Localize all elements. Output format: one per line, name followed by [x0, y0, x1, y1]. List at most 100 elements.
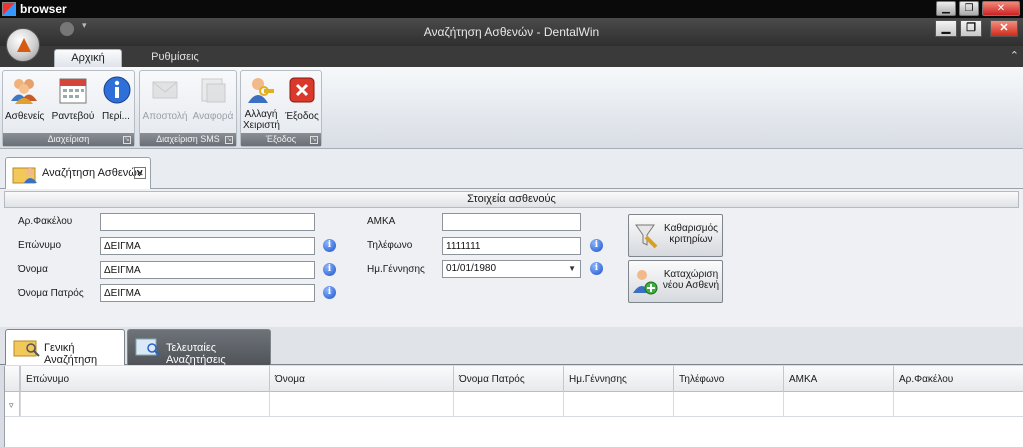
father-name-info-icon[interactable]: i [323, 286, 336, 299]
dialog-launcher-icon[interactable]: ↘ [123, 136, 131, 144]
patient-folder-icon [12, 167, 37, 184]
eraser-broom-icon [635, 224, 658, 249]
folder-number-input[interactable] [100, 213, 315, 231]
new-patient-button[interactable]: Καταχώριση νέου Ασθενή [628, 260, 723, 303]
name-info-icon[interactable]: i [323, 263, 336, 276]
document-tab-label: Αναζήτηση Ασθενών [42, 167, 143, 179]
sms-send-button-label: Αποστολή [142, 111, 188, 122]
folder-number-label: Αρ.Φακέλου [18, 216, 73, 227]
sms-report-button-label: Αναφορά [192, 111, 234, 122]
search-tabs: Γενική Αναζήτηση Τελευταίες Αναζητήσεις [0, 327, 1023, 366]
change-user-icon [248, 78, 274, 103]
filter-cell-folder-no[interactable] [893, 392, 1023, 417]
ribbon-group-sms: Αποστολή Αναφορά Διαχείριση SMS ↘ [139, 70, 237, 147]
new-patient-label-line1: Καταχώριση [663, 269, 719, 280]
grid-col-amka[interactable]: ΑΜΚΑ [783, 366, 893, 392]
exit-icon [289, 77, 315, 103]
change-user-button[interactable]: Αλλαγή Χειριστή [243, 75, 280, 133]
surname-label: Επώνυμο [18, 240, 62, 251]
tab-recent-searches[interactable]: Τελευταίες Αναζητήσεις [127, 329, 271, 366]
clear-criteria-label-line1: Καθαρισμός [664, 223, 718, 234]
new-patient-label-line2: νέου Ασθενή [662, 280, 720, 291]
grid-filter-row: ▿ [5, 392, 1023, 417]
grid-header-row: Επώνυμο Όνομα Όνομα Πατρός Ημ.Γέννησης Τ… [5, 366, 1023, 392]
ribbon-group-management: Ασθενείς Ραντεβού Περί... Διαχείριση ↘ [2, 70, 135, 147]
app-restore-button[interactable]: ❐ [960, 20, 982, 37]
group-label-text: Έξοδος [265, 134, 297, 144]
host-restore-button[interactable]: ❐ [959, 1, 979, 16]
grid-col-father-name[interactable]: Όνομα Πατρός [453, 366, 563, 392]
appointments-button[interactable]: Ραντεβού [51, 75, 95, 133]
document-tab-close-icon[interactable]: ✕ [134, 167, 146, 179]
about-button[interactable]: Περί... [99, 75, 133, 133]
birth-date-info-icon[interactable]: i [590, 262, 603, 275]
calendar-icon [59, 78, 87, 104]
ribbon-group-exit-label: Έξοδος ↘ [241, 133, 321, 146]
dialog-launcher-icon[interactable]: ↘ [225, 136, 233, 144]
document-tab-strip: Αναζήτηση Ασθενών ✕ [0, 149, 1023, 189]
change-user-button-label: Αλλαγή Χειριστή [243, 109, 280, 131]
tab-recent-searches-label: Τελευταίες Αναζητήσεις [166, 342, 226, 366]
tab-home[interactable]: Αρχική [54, 49, 122, 67]
exit-button[interactable]: Έξοδος [283, 75, 321, 133]
appointments-button-label: Ραντεβού [51, 111, 95, 122]
patients-button[interactable]: Ασθενείς [5, 75, 44, 133]
app-menu-orb[interactable] [6, 28, 40, 62]
dentalwin-logo-icon [17, 38, 31, 52]
grid-col-name[interactable]: Όνομα [269, 366, 453, 392]
chevron-down-icon[interactable]: ▼ [568, 264, 576, 273]
father-name-input[interactable] [100, 284, 315, 302]
name-label: Όνομα [18, 264, 48, 275]
exit-button-label: Έξοδος [285, 111, 319, 122]
filter-cell-birth-date[interactable] [563, 392, 673, 417]
results-grid: Επώνυμο Όνομα Όνομα Πατρός Ημ.Γέννησης Τ… [4, 366, 1023, 447]
host-title: browser [20, 2, 67, 16]
host-close-button[interactable]: ✕ [982, 1, 1020, 16]
filter-cell-amka[interactable] [783, 392, 893, 417]
name-input[interactable] [100, 261, 315, 279]
father-name-label: Όνομα Πατρός [18, 288, 84, 299]
ribbon-tab-row: Αρχική Ρυθμίσεις ⌃ [0, 46, 1023, 67]
grid-row-selector[interactable]: ▿ [5, 392, 20, 416]
filter-icon[interactable]: ▿ [9, 400, 14, 411]
sms-send-button[interactable]: Αποστολή [142, 75, 188, 133]
filter-cell-father-name[interactable] [453, 392, 563, 417]
new-patient-button-label: Καταχώριση νέου Ασθενή [661, 269, 721, 291]
clear-criteria-button-label: Καθαρισμός κριτηρίων [661, 223, 721, 245]
change-user-label-line1: Αλλαγή [244, 109, 278, 120]
phone-label: Τηλέφωνο [367, 240, 413, 251]
surname-info-icon[interactable]: i [323, 239, 336, 252]
grid-row-selector-header[interactable] [5, 366, 20, 391]
app-minimize-button[interactable]: ▁ [935, 20, 957, 37]
recent-search-icon [135, 338, 161, 357]
app-title: Αναζήτηση Ασθενών - DentalWin [423, 25, 600, 39]
document-tab-patient-search[interactable]: Αναζήτηση Ασθενών ✕ [5, 157, 151, 189]
app-close-button[interactable]: ✕ [990, 20, 1018, 37]
birth-date-picker[interactable]: 01/01/1980 ▼ [442, 260, 581, 278]
tab-settings[interactable]: Ρυθμίσεις [130, 49, 220, 67]
amka-input[interactable] [442, 213, 581, 231]
host-app-icon [2, 2, 16, 16]
grid-col-surname[interactable]: Επώνυμο [20, 366, 269, 392]
filter-cell-surname[interactable] [20, 392, 269, 417]
grid-col-birth-date[interactable]: Ημ.Γέννησης [563, 366, 673, 392]
phone-info-icon[interactable]: i [590, 239, 603, 252]
birth-date-value: 01/01/1980 [446, 263, 497, 274]
grid-col-phone[interactable]: Τηλέφωνο [673, 366, 783, 392]
clear-criteria-button[interactable]: Καθαρισμός κριτηρίων [628, 214, 723, 257]
filter-cell-phone[interactable] [673, 392, 783, 417]
birth-date-label: Ημ.Γέννησης [367, 264, 425, 275]
host-minimize-button[interactable]: ▁ [936, 1, 956, 16]
filter-cell-name[interactable] [269, 392, 453, 417]
ribbon-group-sms-label: Διαχείριση SMS ↘ [140, 133, 236, 146]
group-label-text: Διαχείριση [47, 134, 90, 144]
sms-report-icon [201, 78, 226, 103]
surname-input[interactable] [100, 237, 315, 255]
phone-input[interactable] [442, 237, 581, 255]
ribbon-collapse-icon[interactable]: ⌃ [1010, 49, 1019, 62]
tab-general-search[interactable]: Γενική Αναζήτηση [5, 329, 125, 366]
sms-report-button[interactable]: Αναφορά [190, 75, 236, 133]
group-label-text: Διαχείριση SMS [156, 134, 220, 144]
dialog-launcher-icon[interactable]: ↘ [310, 136, 318, 144]
grid-col-folder-no[interactable]: Αρ.Φακέλου [893, 366, 1023, 392]
